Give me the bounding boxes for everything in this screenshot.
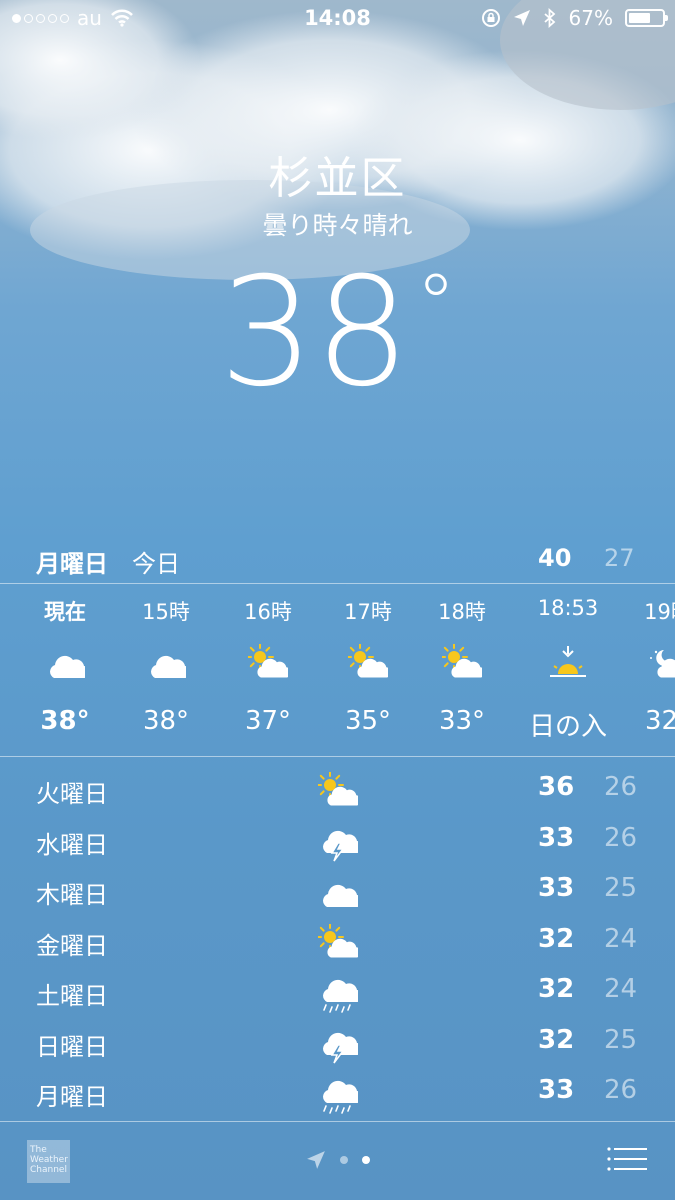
logo-line: Channel [30, 1165, 67, 1175]
daily-row: 木曜日 33 25 [0, 867, 675, 918]
daily-day: 金曜日 [36, 931, 108, 960]
page-dot [340, 1156, 348, 1164]
daily-low: 26 [604, 1075, 638, 1105]
temperature-value: 38 [219, 246, 410, 420]
daily-low: 24 [604, 974, 638, 1004]
daily-day: 月曜日 [36, 1083, 108, 1111]
hourly-time: 17時 [344, 600, 392, 624]
location-arrow-icon [513, 10, 530, 26]
daily-day: 木曜日 [36, 881, 108, 909]
divider [0, 756, 675, 757]
page-dot-current [362, 1156, 370, 1164]
daily-row: 火曜日 36 26 [0, 766, 675, 817]
daily-low: 26 [604, 772, 638, 802]
location-arrow-icon [307, 1151, 325, 1169]
partly-sunny-icon [246, 643, 291, 678]
page-indicator[interactable] [306, 1150, 370, 1170]
daily-low: 24 [604, 923, 638, 954]
hourly-time: 16時 [244, 600, 292, 624]
bluetooth-icon [543, 8, 555, 28]
daily-day: 日曜日 [36, 1032, 108, 1061]
logo-line: Weather [30, 1155, 68, 1165]
daily-icon [318, 974, 363, 1014]
thunderstorm-icon [323, 830, 363, 861]
daily-row: 日曜日 32 25 [0, 1019, 675, 1070]
thunderstorm-icon [323, 1032, 363, 1063]
daily-high: 36 [538, 772, 575, 802]
daily-high: 32 [538, 923, 575, 954]
rain-icon [323, 1080, 363, 1114]
daily-forecast[interactable]: 火曜日 36 26 水曜日 33 26 木曜日 33 25 金曜日 32 24 土曜日 32 24 日曜日 32… [0, 766, 675, 1120]
hourly-temp: 33° [438, 706, 486, 736]
daily-row: 月曜日 33 26 [0, 1069, 675, 1120]
partly-sunny-icon [440, 643, 485, 678]
daily-low: 25 [604, 873, 638, 903]
hourly-icon [440, 643, 485, 684]
today-day: 月曜日 [36, 550, 108, 578]
rotation-lock-icon [481, 9, 500, 27]
daily-high: 33 [538, 822, 575, 853]
daily-low: 26 [604, 822, 638, 853]
degree-symbol: ° [415, 257, 456, 350]
daily-row: 金曜日 32 24 [0, 918, 675, 969]
daily-icon [316, 771, 361, 812]
weather-condition: 曇り時々晴れ [262, 211, 413, 240]
daily-icon [318, 1075, 363, 1115]
hourly-temp: 38° [142, 706, 190, 736]
daily-icon [318, 823, 363, 863]
sunset-icon [550, 646, 586, 677]
daily-day: 土曜日 [36, 982, 108, 1010]
today-summary: 月曜日 今日 40 27 [0, 540, 675, 580]
hourly-icon [45, 644, 90, 684]
hourly-time: 15時 [142, 600, 190, 624]
cloud-icon [151, 655, 191, 679]
hourly-icon [346, 643, 391, 684]
hourly-icon [548, 644, 588, 684]
daily-row: 水曜日 33 26 [0, 817, 675, 868]
hourly-time: 現在 [44, 600, 86, 624]
hourly-temp: 35° [344, 706, 392, 736]
hourly-temp: 日の入 [528, 712, 607, 742]
today-label: 今日 [132, 550, 180, 578]
hourly-time: 19時 [644, 600, 675, 624]
city-name: 杉並区 [268, 153, 407, 204]
daily-icon [316, 922, 361, 964]
battery-percent: 67% [568, 6, 613, 30]
daily-high: 32 [538, 1024, 575, 1055]
daily-day: 火曜日 [36, 780, 108, 808]
status-bar: au 14:08 67% [0, 0, 675, 38]
hourly-temp: 32° [644, 706, 675, 736]
hourly-icon [648, 644, 675, 684]
logo-line: The [30, 1145, 47, 1155]
partly-cloudy-night-icon [650, 650, 675, 678]
city-list-icon[interactable] [607, 1146, 647, 1172]
partly-sunny-icon [316, 922, 361, 958]
daily-icon [318, 1025, 363, 1065]
current-temperature: 38° [0, 258, 675, 408]
footer-toolbar: The Weather Channel [0, 1122, 675, 1200]
today-low: 27 [604, 544, 635, 572]
hourly-temp: 38° [40, 706, 90, 736]
cloud-icon [50, 655, 90, 679]
weather-channel-logo[interactable]: The Weather Channel [27, 1140, 70, 1183]
daily-low: 25 [604, 1024, 638, 1055]
daily-high: 32 [538, 974, 575, 1004]
daily-high: 33 [538, 1075, 575, 1105]
hourly-time: 18:53 [537, 596, 599, 620]
hourly-icon [146, 644, 191, 684]
partly-sunny-icon [346, 643, 391, 678]
cloud-icon [323, 884, 363, 908]
daily-day: 水曜日 [36, 830, 108, 859]
rain-icon [323, 979, 363, 1013]
daily-row: 土曜日 32 24 [0, 968, 675, 1019]
today-high: 40 [538, 544, 572, 572]
hourly-temp: 37° [244, 706, 292, 736]
hourly-icon [246, 643, 291, 684]
battery-icon [625, 9, 668, 27]
hourly-forecast[interactable]: 現在 38° 15時 38° 16時 37° 17時 35° 18時 33° 18:53 日の入 19時… [0, 584, 675, 756]
daily-high: 33 [538, 873, 575, 903]
hourly-time: 18時 [438, 600, 486, 624]
partly-sunny-icon [316, 771, 361, 806]
daily-icon [318, 873, 363, 913]
